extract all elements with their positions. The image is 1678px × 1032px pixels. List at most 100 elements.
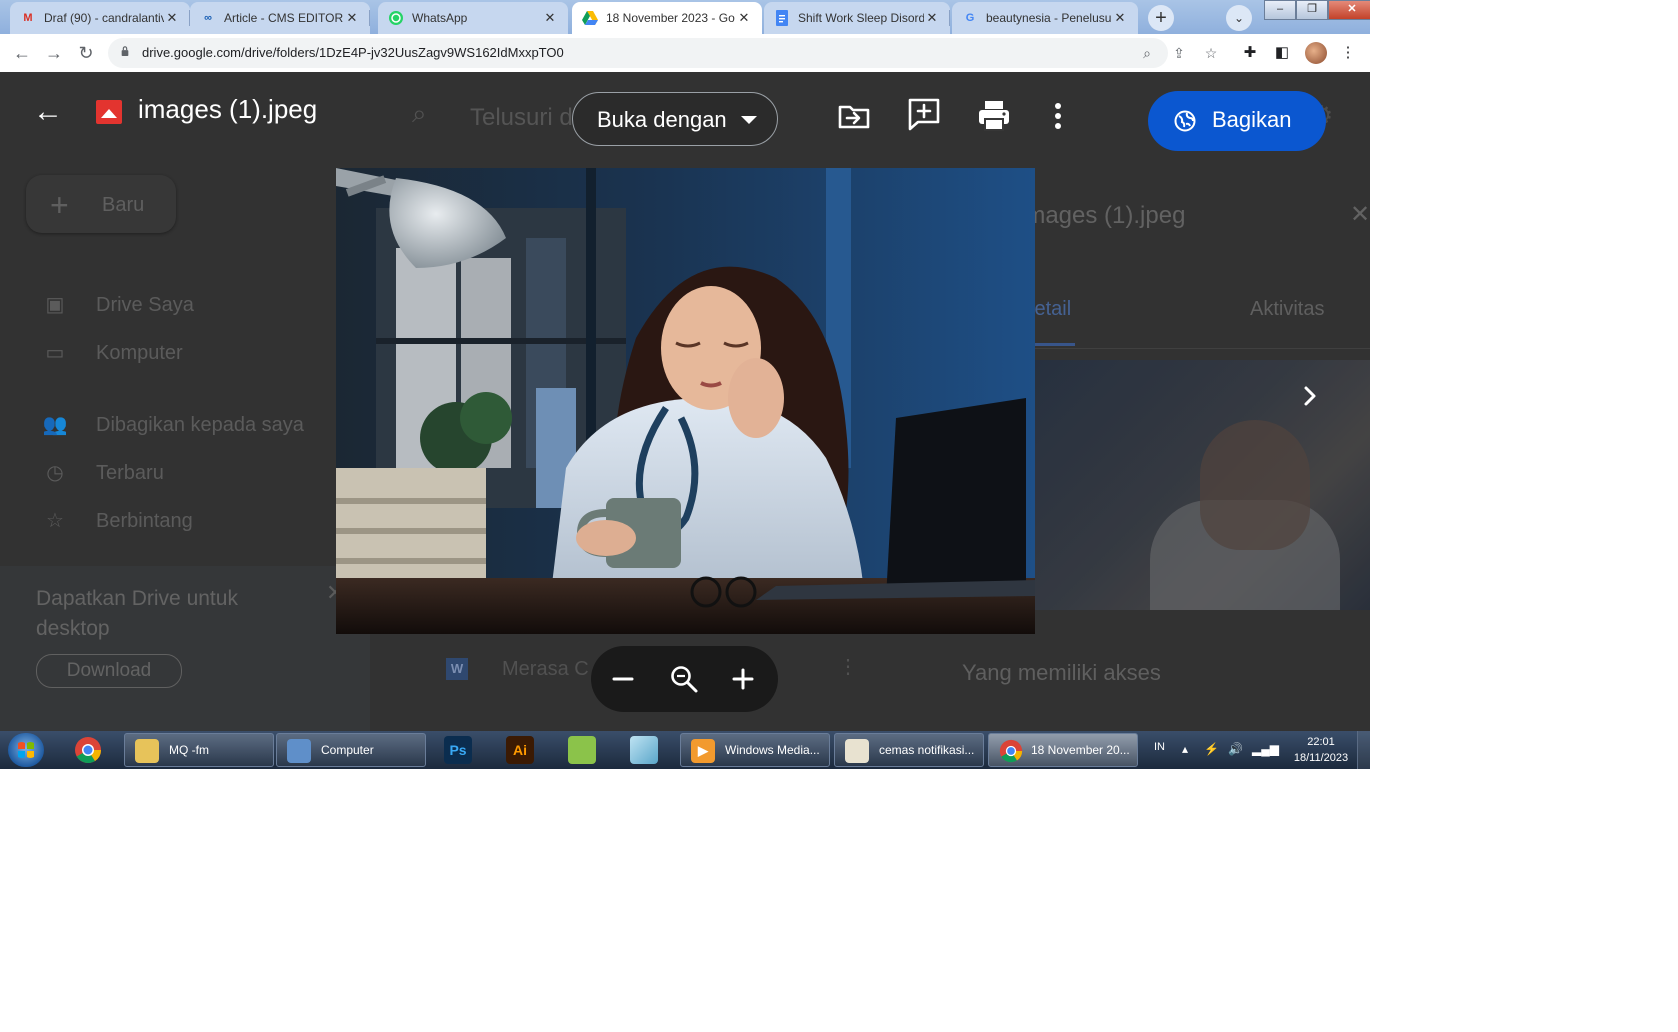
share-button[interactable]: Bagikan (1148, 91, 1326, 151)
back-arrow-icon[interactable]: ← (30, 94, 66, 130)
photoshop-icon[interactable]: Ps (444, 736, 472, 764)
zoom-icon[interactable]: ⌕ (1138, 44, 1156, 62)
share-page-icon[interactable]: ⇪ (1170, 44, 1188, 62)
cms-icon: ∞ (204, 12, 212, 24)
tab-title: Draf (90) - candralantiv (44, 11, 164, 25)
move-to-folder-icon[interactable] (836, 98, 872, 134)
media-player-icon: ▶ (691, 739, 715, 763)
reload-icon[interactable]: ↻ (74, 41, 98, 65)
open-with-label: Buka dengan (597, 107, 727, 132)
taskbar-window-mq-fm[interactable]: MQ -fm (124, 733, 274, 767)
browser-tab-whatsapp[interactable]: WhatsApp ✕ (378, 2, 568, 34)
side-panel-icon[interactable]: ◧ (1272, 43, 1292, 63)
volume-icon[interactable]: 🔊 (1228, 742, 1243, 756)
taskbar-window-chrome[interactable]: 18 November 20... (988, 733, 1138, 767)
taskbar-window-media-player[interactable]: ▶ Windows Media... (680, 733, 830, 767)
close-window-button[interactable]: ✕ (1328, 0, 1370, 20)
zoom-controls (591, 646, 778, 712)
close-tab-icon[interactable]: ✕ (542, 10, 558, 26)
tab-title: beautynesia - Penelusur (986, 11, 1112, 25)
zoom-in-icon[interactable] (731, 667, 755, 691)
corel-icon[interactable] (568, 736, 596, 764)
address-bar[interactable]: drive.google.com/drive/folders/1DzE4P-jv… (108, 38, 1217, 68)
extensions-puzzle-icon[interactable]: ✚ (1240, 43, 1260, 63)
whatsapp-icon (388, 10, 404, 26)
minimize-button[interactable]: – (1264, 0, 1296, 20)
photo-sleepy-doctor-at-desk (336, 168, 1035, 634)
window-controls: – ❐ ✕ (1264, 0, 1370, 20)
clock-date: 18/11/2023 (1293, 752, 1349, 764)
google-drive-icon (582, 10, 598, 26)
dropdown-caret-icon (741, 116, 757, 124)
tab-title: 18 November 2023 - Go (606, 11, 735, 25)
browser-tab-drive[interactable]: 18 November 2023 - Go ✕ (572, 2, 762, 34)
google-icon: G (965, 12, 975, 24)
drive-file-viewer: + Baru ▣ Drive Saya ▭ Komputer 👥 Dibagikan … (0, 72, 1370, 731)
open-with-button[interactable]: Buka dengan (572, 92, 778, 146)
browser-toolbar: ← → ↻ drive.google.com/drive/folders/1Dz… (0, 34, 1370, 73)
computer-icon (287, 739, 311, 763)
language-indicator[interactable]: IN (1154, 741, 1165, 753)
windows-taskbar: MQ -fm Computer Ps Ai ▶ Windows Media...… (0, 731, 1370, 769)
browser-tab-docs[interactable]: Shift Work Sleep Disord ✕ (764, 2, 950, 34)
windows-logo-icon (18, 742, 34, 758)
taskbar-window-computer[interactable]: Computer (276, 733, 426, 767)
lock-icon (121, 46, 129, 56)
taskbar-label: 18 November 20... (1031, 743, 1130, 757)
browser-tab-cms[interactable]: ∞ Article - CMS EDITOR ✕ (190, 2, 370, 34)
chrome-icon (999, 739, 1023, 763)
zoom-out-icon[interactable] (611, 667, 635, 691)
notepad-icon[interactable] (630, 736, 658, 764)
more-vert-icon[interactable] (1040, 98, 1076, 134)
profile-avatar[interactable] (1305, 42, 1327, 64)
power-icon[interactable]: ⚡ (1204, 742, 1219, 756)
close-tab-icon[interactable]: ✕ (344, 10, 360, 26)
start-button[interactable] (8, 733, 44, 767)
taskbar-label: Windows Media... (725, 743, 820, 757)
clock[interactable]: 22:01 18/11/2023 (1286, 734, 1356, 766)
google-docs-icon (774, 10, 790, 26)
network-icon[interactable]: ▂▄▆ (1252, 742, 1279, 756)
forward-icon[interactable]: → (42, 41, 66, 65)
add-comment-icon[interactable] (906, 96, 942, 132)
gmail-icon: M (23, 12, 33, 24)
clock-time: 22:01 (1307, 736, 1335, 748)
illustrator-icon[interactable]: Ai (506, 736, 534, 764)
close-tab-icon[interactable]: ✕ (164, 10, 180, 26)
screen: M Draf (90) - candralantiv ✕ ∞ Article -… (0, 0, 1370, 769)
show-hidden-icons-icon[interactable]: ▴ (1182, 742, 1188, 756)
globe-icon (1174, 110, 1196, 132)
next-file-chevron-icon[interactable] (1298, 384, 1322, 408)
taskbar-label: MQ -fm (169, 743, 209, 757)
taskbar-label: cemas notifikasi... (879, 743, 975, 757)
close-tab-icon[interactable]: ✕ (1112, 10, 1128, 26)
zoom-reset-icon[interactable] (669, 664, 699, 694)
new-tab-button[interactable]: + (1148, 5, 1174, 31)
close-tab-icon[interactable]: ✕ (736, 10, 752, 26)
tab-title: Article - CMS EDITOR (224, 11, 344, 25)
image-preview (336, 168, 1035, 634)
url-text: drive.google.com/drive/folders/1DzE4P-jv… (142, 45, 564, 60)
show-desktop-button[interactable] (1357, 731, 1370, 769)
tab-title: Shift Work Sleep Disord (798, 11, 924, 25)
taskbar-window-paint[interactable]: cemas notifikasi... (834, 733, 984, 767)
back-icon[interactable]: ← (10, 41, 34, 65)
taskbar-label: Computer (321, 743, 374, 757)
image-file-icon (96, 100, 122, 124)
bookmark-star-icon[interactable]: ☆ (1202, 44, 1220, 62)
browser-tab-gmail[interactable]: M Draf (90) - candralantiv ✕ (10, 2, 190, 34)
paint-icon (845, 739, 869, 763)
system-tray: IN ▴ ⚡ 🔊 ▂▄▆ 22:01 18/11/2023 (1150, 731, 1370, 769)
browser-tab-strip: M Draf (90) - candralantiv ✕ ∞ Article -… (0, 0, 1370, 34)
browser-tab-google-search[interactable]: G beautynesia - Penelusur ✕ (952, 2, 1138, 34)
folder-icon (135, 739, 159, 763)
restore-button[interactable]: ❐ (1296, 0, 1328, 20)
close-tab-icon[interactable]: ✕ (924, 10, 940, 26)
tab-search-chevron-icon[interactable]: ⌄ (1226, 5, 1252, 31)
tab-title: WhatsApp (412, 11, 468, 25)
share-label: Bagikan (1212, 107, 1292, 132)
file-name: images (1).jpeg (138, 94, 318, 124)
chrome-menu-icon[interactable]: ⋮ (1338, 43, 1358, 63)
print-icon[interactable] (976, 98, 1012, 134)
chrome-icon[interactable] (74, 736, 102, 764)
